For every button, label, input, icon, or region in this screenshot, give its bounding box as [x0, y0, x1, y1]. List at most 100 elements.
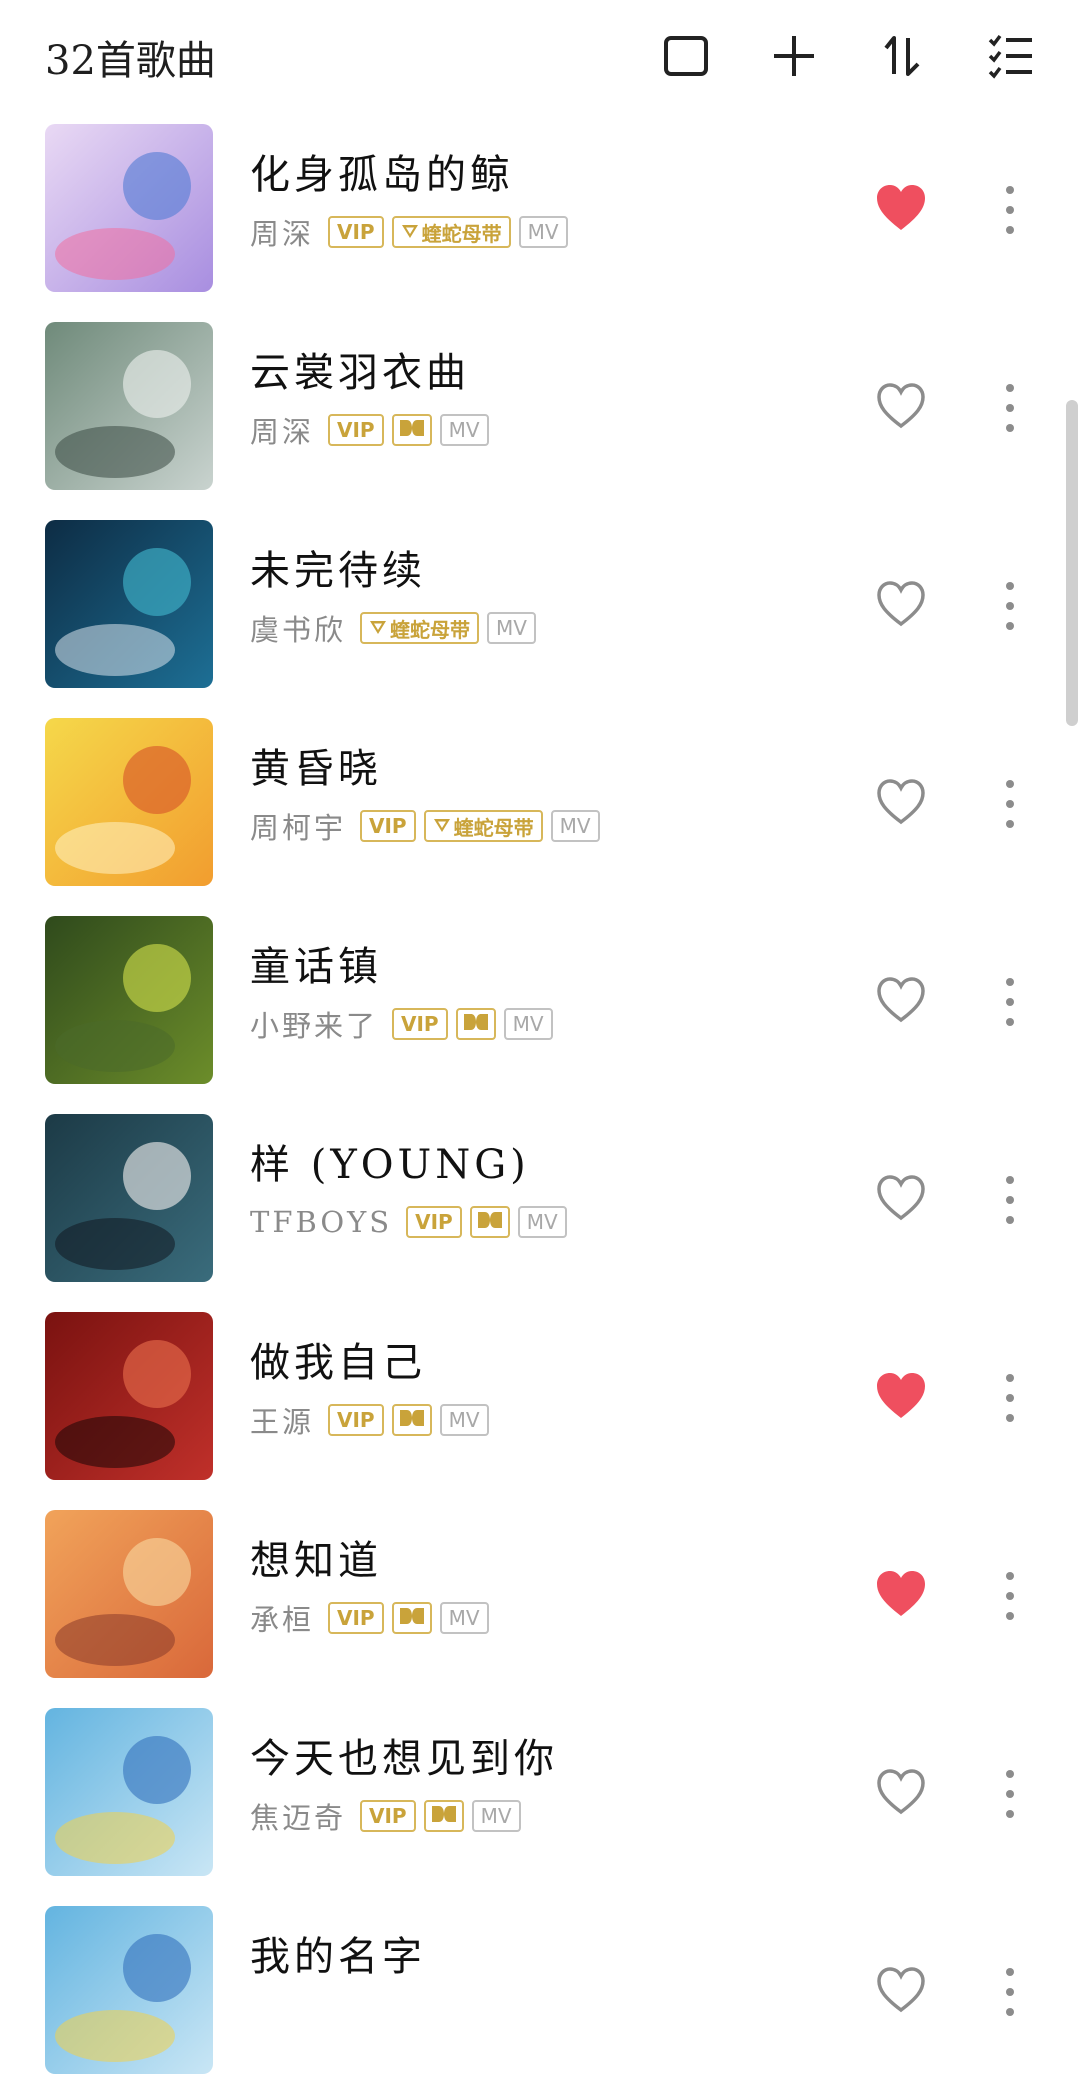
- heart-outline-icon[interactable]: [874, 974, 928, 1026]
- album-cover[interactable]: [45, 1114, 213, 1282]
- mv-badge[interactable]: MV: [439, 1602, 489, 1634]
- snake-icon: [369, 616, 390, 640]
- song-row[interactable]: 今天也想见到你 焦迈奇 VIP MV: [0, 1696, 1080, 1894]
- song-meta: 焦迈奇 VIP MV: [250, 1796, 521, 1836]
- album-cover[interactable]: [45, 916, 213, 1084]
- album-cover[interactable]: [45, 1510, 213, 1678]
- vip-badge: VIP: [328, 1602, 384, 1634]
- song-artist: TFBOYS: [250, 1205, 393, 1239]
- mv-badge[interactable]: MV: [518, 216, 568, 248]
- dolby-badge: [391, 414, 432, 446]
- dolby-badge: [455, 1008, 496, 1040]
- song-row[interactable]: 未完待续 虞书欣 蝰蛇母带 MV: [0, 508, 1080, 706]
- heart-filled-icon[interactable]: [874, 1568, 928, 1620]
- dolby-badge: [391, 1404, 432, 1436]
- snake-label: 蝰蛇母带: [421, 221, 502, 246]
- heart-outline-icon[interactable]: [874, 380, 928, 432]
- list-header: 32首歌曲: [0, 0, 1080, 112]
- heart-outline-icon[interactable]: [874, 578, 928, 630]
- album-cover[interactable]: [45, 1906, 213, 2074]
- vip-badge: VIP: [328, 1404, 384, 1436]
- snake-master-badge: 蝰蛇母带: [423, 810, 543, 842]
- song-count: 32首歌曲: [45, 38, 216, 84]
- song-artist: 周深: [250, 415, 315, 449]
- more-options-icon[interactable]: [990, 1370, 1030, 1426]
- song-meta: 虞书欣 蝰蛇母带 MV: [250, 608, 536, 648]
- mv-badge[interactable]: MV: [439, 1404, 489, 1436]
- snake-icon: [433, 814, 454, 838]
- snake-label: 蝰蛇母带: [453, 815, 534, 840]
- song-row[interactable]: 做我自己 王源 VIP MV: [0, 1300, 1080, 1498]
- add-icon[interactable]: [768, 30, 820, 82]
- dolby-icon: [399, 418, 425, 442]
- sort-icon[interactable]: [876, 30, 928, 82]
- album-cover[interactable]: [45, 718, 213, 886]
- song-meta: [250, 1994, 256, 2034]
- vip-badge: VIP: [360, 1800, 416, 1832]
- heart-outline-icon[interactable]: [874, 1964, 928, 2016]
- song-title: 童话镇: [250, 944, 382, 990]
- dolby-icon: [399, 1408, 425, 1432]
- select-square-icon[interactable]: [660, 30, 712, 82]
- more-options-icon[interactable]: [990, 1964, 1030, 2020]
- song-meta: TFBOYS VIP MV: [250, 1202, 567, 1242]
- dolby-icon: [477, 1210, 503, 1234]
- song-row[interactable]: 样 (YOUNG) TFBOYS VIP MV: [0, 1102, 1080, 1300]
- album-cover[interactable]: [45, 322, 213, 490]
- song-meta: 周深 VIP 蝰蛇母带 MV: [250, 212, 568, 252]
- song-row[interactable]: 黄昏晓 周柯宇 VIP 蝰蛇母带 MV: [0, 706, 1080, 904]
- album-cover[interactable]: [45, 1708, 213, 1876]
- song-row[interactable]: 童话镇 小野来了 VIP MV: [0, 904, 1080, 1102]
- more-options-icon[interactable]: [990, 776, 1030, 832]
- song-row[interactable]: 我的名字: [0, 1894, 1080, 2092]
- scrollbar[interactable]: [1066, 400, 1078, 726]
- vip-badge: VIP: [360, 810, 416, 842]
- vip-badge: VIP: [328, 216, 384, 248]
- song-artist: 承桓: [250, 1603, 315, 1637]
- song-meta: 承桓 VIP MV: [250, 1598, 489, 1638]
- more-options-icon[interactable]: [990, 1766, 1030, 1822]
- vip-badge: VIP: [406, 1206, 462, 1238]
- dolby-badge: [391, 1602, 432, 1634]
- dolby-badge: [469, 1206, 510, 1238]
- dolby-badge: [423, 1800, 464, 1832]
- dolby-icon: [463, 1012, 489, 1036]
- mv-badge[interactable]: MV: [471, 1800, 521, 1832]
- album-cover[interactable]: [45, 124, 213, 292]
- more-options-icon[interactable]: [990, 380, 1030, 436]
- heart-filled-icon[interactable]: [874, 1370, 928, 1422]
- heart-outline-icon[interactable]: [874, 1172, 928, 1224]
- snake-master-badge: 蝰蛇母带: [391, 216, 511, 248]
- song-artist: 虞书欣: [250, 613, 347, 647]
- song-meta: 周柯宇 VIP 蝰蛇母带 MV: [250, 806, 600, 846]
- more-options-icon[interactable]: [990, 974, 1030, 1030]
- album-cover[interactable]: [45, 520, 213, 688]
- mv-badge[interactable]: MV: [487, 612, 536, 644]
- mv-badge[interactable]: MV: [503, 1008, 553, 1040]
- song-title: 做我自己: [250, 1340, 426, 1386]
- album-cover[interactable]: [45, 1312, 213, 1480]
- mv-badge[interactable]: MV: [439, 414, 489, 446]
- more-options-icon[interactable]: [990, 1172, 1030, 1228]
- mv-badge[interactable]: MV: [517, 1206, 567, 1238]
- song-title: 想知道: [250, 1538, 382, 1584]
- heart-filled-icon[interactable]: [874, 182, 928, 234]
- more-options-icon[interactable]: [990, 1568, 1030, 1624]
- more-options-icon[interactable]: [990, 182, 1030, 238]
- song-title: 样 (YOUNG): [250, 1142, 530, 1188]
- song-artist: 王源: [250, 1405, 315, 1439]
- heart-outline-icon[interactable]: [874, 1766, 928, 1818]
- song-meta: 周深 VIP MV: [250, 410, 489, 450]
- song-title: 我的名字: [250, 1934, 426, 1980]
- song-title: 未完待续: [250, 548, 426, 594]
- heart-outline-icon[interactable]: [874, 776, 928, 828]
- mv-badge[interactable]: MV: [550, 810, 600, 842]
- vip-badge: VIP: [392, 1008, 448, 1040]
- song-title: 黄昏晓: [250, 746, 382, 792]
- song-title: 化身孤岛的鲸: [250, 152, 514, 198]
- song-row[interactable]: 云裳羽衣曲 周深 VIP MV: [0, 310, 1080, 508]
- more-options-icon[interactable]: [990, 578, 1030, 634]
- song-row[interactable]: 化身孤岛的鲸 周深 VIP 蝰蛇母带 MV: [0, 112, 1080, 310]
- list-menu-icon[interactable]: [984, 30, 1036, 82]
- song-row[interactable]: 想知道 承桓 VIP MV: [0, 1498, 1080, 1696]
